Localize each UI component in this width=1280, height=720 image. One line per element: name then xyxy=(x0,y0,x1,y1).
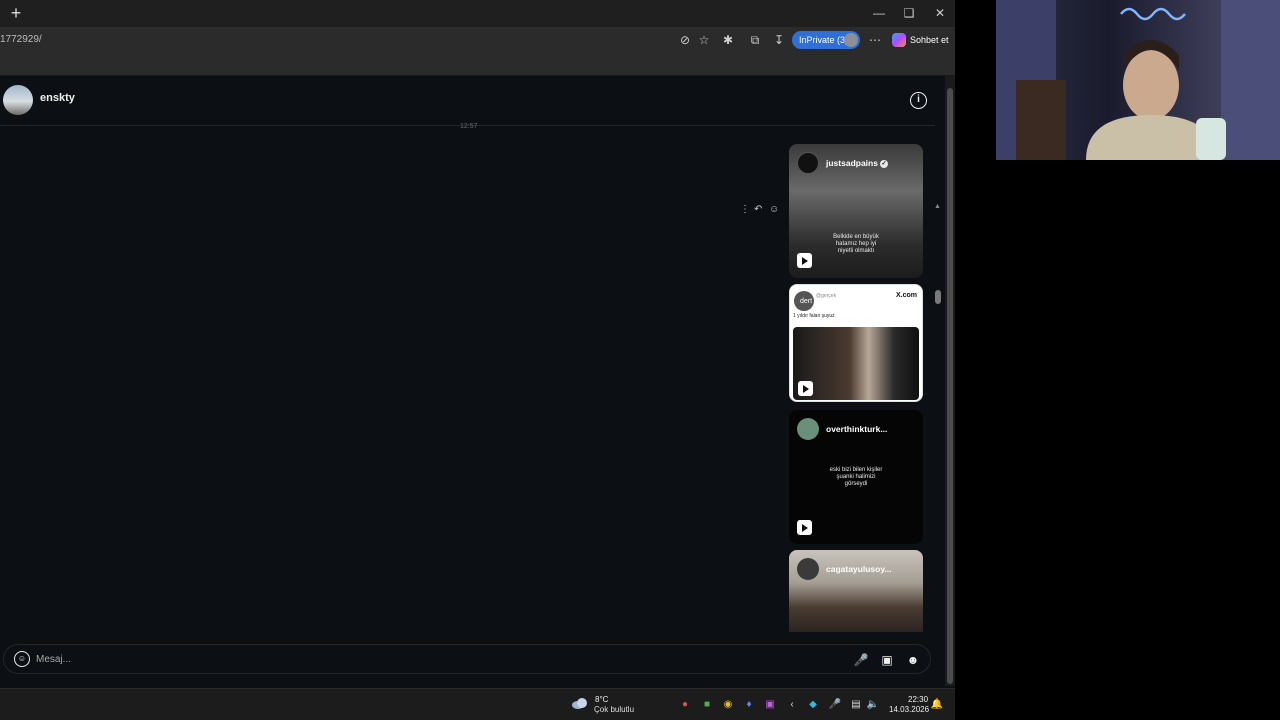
card-header: justsadpains ✓ xyxy=(789,144,923,178)
copilot-button[interactable]: Sohbet et xyxy=(890,31,952,49)
reply-icon[interactable]: ↶ xyxy=(754,203,762,217)
taskbar: 8°C Çok bulutlu ● ■ ◉ ♦ ▣ ‹ ◆ 🎤 ▤ 🔈 22:3… xyxy=(0,688,955,720)
cloud-icon[interactable] xyxy=(571,696,589,710)
card-username: cagatayulusoy... xyxy=(826,564,892,574)
webcam-video xyxy=(996,0,1280,160)
sticker-icon[interactable]: ☻ xyxy=(904,651,922,669)
message-input[interactable] xyxy=(36,649,736,669)
favorites-bar xyxy=(0,53,955,76)
page-scroll-thumb[interactable] xyxy=(947,88,953,684)
play-icon[interactable] xyxy=(798,381,813,396)
more-options-icon[interactable]: ⋮ xyxy=(740,203,750,217)
image-icon[interactable]: ▣ xyxy=(878,651,896,669)
url-text[interactable]: 1772929/ xyxy=(0,30,700,50)
shared-reel-card[interactable]: cagatayulusoy... xyxy=(789,550,923,632)
favorite-star-icon[interactable]: ☆ xyxy=(695,31,713,49)
screen: + — ❑ ✕ 1772929/ ⊘ ☆ ✱ ⧉ ↧ InPrivate (3)… xyxy=(0,0,1280,720)
shared-reel-card[interactable]: justsadpains ✓ Belkide en büyük hatamız h… xyxy=(789,144,923,278)
tray-app-icon[interactable]: ▣ xyxy=(763,698,777,712)
source-label: X.com xyxy=(896,292,918,299)
extensions-icon[interactable]: ✱ xyxy=(719,31,737,49)
chat-header: enskty i xyxy=(0,76,935,126)
inprivate-badge[interactable]: InPrivate (3) xyxy=(792,31,860,49)
card-caption: eski bizi bilen kişiler şuanki halimizi … xyxy=(829,467,883,487)
profile-avatar xyxy=(844,33,858,47)
info-icon[interactable]: i xyxy=(910,92,927,109)
card-caption: Belkide en büyük hatamız hep iyi niyetli… xyxy=(833,234,879,254)
shared-post-card[interactable]: dert @gerçek X.com 1 yıldır falan şuyuz xyxy=(789,284,923,402)
play-icon[interactable] xyxy=(797,253,812,268)
chat-scrollbar[interactable]: ▲ ▼ xyxy=(933,203,943,708)
microphone-icon[interactable]: 🎤 xyxy=(828,698,842,712)
dm-page: enskty i 12:57 ⋮ ↶ ☺ justsadpains ✓ Belki… xyxy=(0,76,945,705)
card-username: overthinkturk... xyxy=(826,424,888,434)
tray-app-icon[interactable]: ● xyxy=(678,698,692,712)
tray-overflow-icon[interactable]: ‹ xyxy=(785,698,799,712)
scroll-thumb[interactable] xyxy=(935,290,941,304)
tray-app-icon[interactable]: ■ xyxy=(700,698,714,712)
avatar xyxy=(797,418,819,440)
volume-icon[interactable]: 🔈 xyxy=(866,698,880,712)
tweet-text: 1 yıldır falan şuyuz xyxy=(793,313,835,319)
tray-app-icon[interactable]: ♦ xyxy=(742,698,756,712)
avatar xyxy=(797,558,819,580)
minimize-button[interactable]: — xyxy=(869,4,889,22)
collections-icon[interactable]: ⧉ xyxy=(746,31,764,49)
notification-bell-icon[interactable]: 🔔 xyxy=(930,698,944,712)
close-window-button[interactable]: ✕ xyxy=(930,4,950,22)
webcam-overlay xyxy=(996,0,1280,160)
microphone-icon[interactable]: 🎤 xyxy=(852,651,870,669)
new-tab-button[interactable]: + xyxy=(6,3,26,23)
shared-reel-card[interactable]: overthinkturk... eski bizi bilen kişiler… xyxy=(789,410,923,544)
message-actions: ⋮ ↶ ☺ xyxy=(738,203,784,217)
card-header: cagatayulusoy... xyxy=(789,550,923,584)
download-icon[interactable]: ↧ xyxy=(770,31,788,49)
overlay-text: dert xyxy=(800,298,813,305)
card-header: overthinkturk... xyxy=(789,410,923,444)
inprivate-label: InPrivate (3) xyxy=(799,35,849,45)
tracking-prevention-icon[interactable]: ⊘ xyxy=(676,31,694,49)
tray-app-icon[interactable]: ◉ xyxy=(721,698,735,712)
chat-username[interactable]: enskty xyxy=(40,92,75,104)
copilot-label: Sohbet et xyxy=(910,35,949,45)
tweet-handle: @gerçek xyxy=(816,293,837,299)
clock-time[interactable]: 22:30 xyxy=(908,695,928,704)
page-scrollbar[interactable] xyxy=(945,76,955,686)
react-emoji-icon[interactable]: ☺ xyxy=(769,203,779,217)
scroll-up-icon[interactable]: ▲ xyxy=(934,203,941,210)
clock-date[interactable]: 14.03.2026 xyxy=(889,705,929,714)
message-composer: ☺ 🎤 ▣ ☻ xyxy=(3,644,931,674)
message-timestamp: 12:57 xyxy=(460,123,478,130)
weather-description[interactable]: Çok bulutlu xyxy=(594,705,634,714)
more-menu-icon[interactable]: ⋯ xyxy=(866,31,884,49)
play-icon[interactable] xyxy=(797,520,812,535)
card-username: justsadpains ✓ xyxy=(826,158,888,168)
tab-bar: + — ❑ ✕ xyxy=(0,0,955,27)
tray-app-icon[interactable]: ◆ xyxy=(806,698,820,712)
avatar[interactable] xyxy=(3,85,33,115)
copilot-icon xyxy=(892,33,906,47)
restore-button[interactable]: ❑ xyxy=(899,4,919,22)
browser-window: + — ❑ ✕ 1772929/ ⊘ ☆ ✱ ⧉ ↧ InPrivate (3)… xyxy=(0,0,955,705)
network-icon[interactable]: ▤ xyxy=(849,698,863,712)
weather-temperature[interactable]: 8°C xyxy=(595,695,608,704)
avatar xyxy=(797,152,819,174)
emoji-icon[interactable]: ☺ xyxy=(14,651,30,667)
verified-icon: ✓ xyxy=(879,159,888,168)
